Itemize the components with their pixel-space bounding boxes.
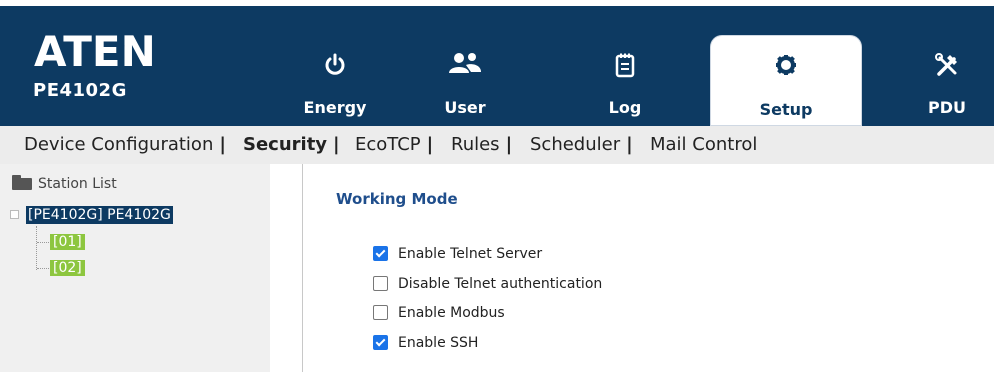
tools-icon	[935, 53, 957, 76]
option-enable-modbus[interactable]: Enable Modbus	[373, 304, 505, 321]
tab-log[interactable]: Log	[570, 6, 680, 126]
subnav-mail-control[interactable]: Mail Control	[650, 134, 757, 155]
tab-pdu[interactable]: PDU	[900, 6, 994, 126]
subnav-security[interactable]: Security |	[243, 134, 340, 155]
tab-pdu-label: PDU	[928, 98, 966, 117]
subnav-device-configuration[interactable]: Device Configuration |	[24, 134, 226, 155]
sub-navigation: Device Configuration | Security | EcoTCP | …	[0, 126, 994, 164]
subnav-ecotcp[interactable]: EcoTCP |	[355, 134, 433, 155]
pane-divider	[302, 164, 303, 372]
logo-text: ATEN	[34, 30, 156, 70]
tab-log-label: Log	[608, 98, 642, 117]
folder-icon	[12, 175, 32, 190]
option-enable-telnet[interactable]: Enable Telnet Server	[373, 245, 542, 262]
subnav-rules[interactable]: Rules |	[451, 134, 512, 155]
tab-setup[interactable]: Setup	[708, 33, 864, 126]
tree-connector	[37, 268, 49, 270]
checkbox-disable-telnet-auth[interactable]	[373, 275, 388, 291]
station-list-header: Station List	[12, 175, 117, 192]
tab-user-label: User	[444, 98, 486, 117]
device-model: PE4102G	[33, 80, 127, 101]
power-icon	[325, 53, 345, 75]
tree-root-station[interactable]: [PE4102G] PE4102G	[26, 206, 173, 224]
aten-logo: ATEN	[34, 30, 156, 70]
app-header: ATEN PE4102G Energy User Log Setup PDU	[0, 6, 994, 126]
subnav-scheduler[interactable]: Scheduler |	[530, 134, 633, 155]
tab-energy[interactable]: Energy	[280, 6, 390, 126]
tree-port-01[interactable]: [01]	[50, 234, 85, 250]
gear-icon	[776, 55, 796, 75]
tree-expander[interactable]	[10, 210, 19, 219]
tab-user[interactable]: User	[410, 6, 520, 126]
option-enable-ssh[interactable]: Enable SSH	[373, 334, 478, 351]
tab-setup-label: Setup	[759, 100, 813, 119]
option-disable-telnet-auth[interactable]: Disable Telnet authentication	[373, 275, 602, 292]
checkbox-enable-modbus[interactable]	[373, 304, 388, 320]
checkbox-enable-telnet[interactable]	[373, 245, 388, 261]
tab-energy-label: Energy	[303, 98, 367, 117]
station-sidebar: Station List [PE4102G] PE4102G [01] [02]	[0, 164, 270, 372]
tree-connector	[37, 242, 49, 244]
checkbox-enable-ssh[interactable]	[373, 334, 388, 350]
clipboard-icon	[615, 53, 635, 78]
tree-port-02[interactable]: [02]	[50, 260, 85, 276]
working-mode-title: Working Mode	[336, 190, 458, 208]
tree-connector	[36, 226, 38, 270]
users-icon	[449, 53, 481, 73]
